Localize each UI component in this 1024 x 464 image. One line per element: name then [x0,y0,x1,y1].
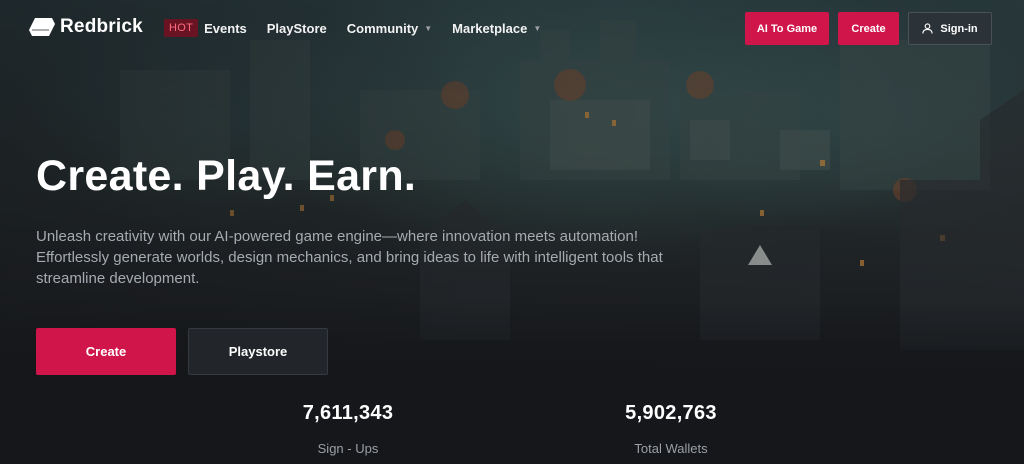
nav-item-community[interactable]: Community ▼ [347,21,432,36]
stat-signups: 7,611,343 Sign - Ups [248,402,448,456]
brand-name: Redbrick [60,16,143,37]
nav-item-label: Events [204,20,247,36]
stat-value: 5,902,763 [625,402,717,424]
chevron-down-icon: ▼ [533,23,542,33]
nav-item-label: PlayStore [266,20,327,36]
nav-item-label: Community [346,20,419,36]
stat-value: 7,611,343 [302,402,394,424]
hero-title: Create. Play. Earn. [36,152,417,200]
hero-fade-overlay [0,300,1024,464]
nav-item-events[interactable]: HOT Events [164,19,247,37]
stat-label: Sign - Ups [317,441,379,456]
ai-to-game-button[interactable]: AI To Game [745,12,829,45]
sign-in-button[interactable]: Sign-in [908,12,992,45]
nav-links: HOT Events PlayStore Community ▼ Marketp… [164,19,561,37]
create-button[interactable]: Create [36,328,176,375]
nav-actions: AI To Game Create Sign-in [745,12,992,45]
nav-item-playstore[interactable]: PlayStore [267,21,327,36]
hero-description: Unleash creativity with our AI-powered g… [36,228,663,287]
nav-item-marketplace[interactable]: Marketplace ▼ [452,21,541,36]
playstore-button[interactable]: Playstore [188,328,328,375]
chevron-down-icon: ▼ [424,23,433,33]
nav-item-label: Marketplace [452,20,528,36]
stat-wallets: 5,902,763 Total Wallets [571,402,771,456]
top-navigation: Redbrick HOT Events PlayStore Community … [0,0,1024,56]
user-icon [922,23,933,34]
hot-badge: HOT [164,19,199,37]
stat-label: Total Wallets [634,441,708,456]
sign-in-label: Sign-in [940,22,978,35]
brand-logo[interactable]: Redbrick [28,16,143,38]
create-button-header[interactable]: Create [838,12,899,45]
redbrick-logo-icon [29,18,55,36]
